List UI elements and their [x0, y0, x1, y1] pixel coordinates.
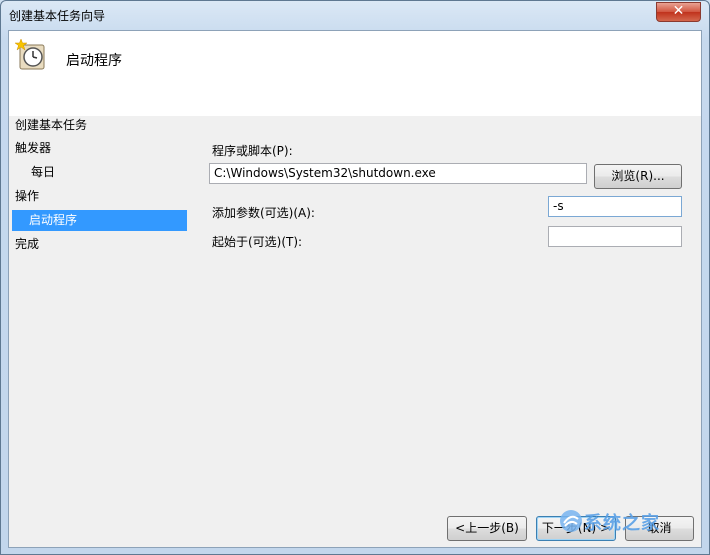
program-label: 程序或脚本(P):: [212, 144, 293, 158]
page-title: 启动程序: [66, 53, 122, 69]
start-in-label: 起始于(可选)(T):: [212, 235, 303, 249]
nav-item-start-program[interactable]: 启动程序: [12, 210, 187, 231]
start-in-input[interactable]: [548, 226, 682, 247]
watermark-text: 系统之家: [584, 513, 660, 534]
program-input[interactable]: C:\Windows\System32\shutdown.exe: [209, 163, 587, 184]
nav-item-daily[interactable]: 每日: [31, 162, 55, 183]
task-scheduler-clock-icon: [15, 38, 45, 70]
title-bar[interactable]: 创建基本任务向导 ✕: [1, 1, 709, 29]
args-input[interactable]: -s: [548, 196, 682, 217]
nav-item-create-basic-task[interactable]: 创建基本任务: [15, 115, 87, 136]
close-icon: ✕: [672, 3, 685, 19]
back-button[interactable]: <上一步(B): [447, 516, 527, 541]
wizard-nav: 创建基本任务 触发器 每日 操作 启动程序 完成: [9, 116, 189, 546]
wizard-client-area: 启动程序 创建基本任务 触发器 每日 操作 启动程序 完成 程序或脚本(P): …: [8, 30, 702, 548]
wizard-window: 创建基本任务向导 ✕ 启动程序 创建基本任务 触发器 每日 操作 启动程序 完成…: [0, 0, 710, 555]
nav-item-action[interactable]: 操作: [15, 186, 39, 207]
window-title: 创建基本任务向导: [9, 9, 106, 23]
watermark-logo-icon: [560, 510, 582, 532]
browse-button[interactable]: 浏览(R)...: [594, 164, 682, 189]
args-label: 添加参数(可选)(A):: [212, 206, 315, 220]
close-button[interactable]: ✕: [656, 2, 701, 22]
nav-item-finish[interactable]: 完成: [15, 234, 39, 255]
wizard-header: 启动程序: [9, 31, 701, 116]
nav-item-trigger[interactable]: 触发器: [15, 138, 51, 159]
